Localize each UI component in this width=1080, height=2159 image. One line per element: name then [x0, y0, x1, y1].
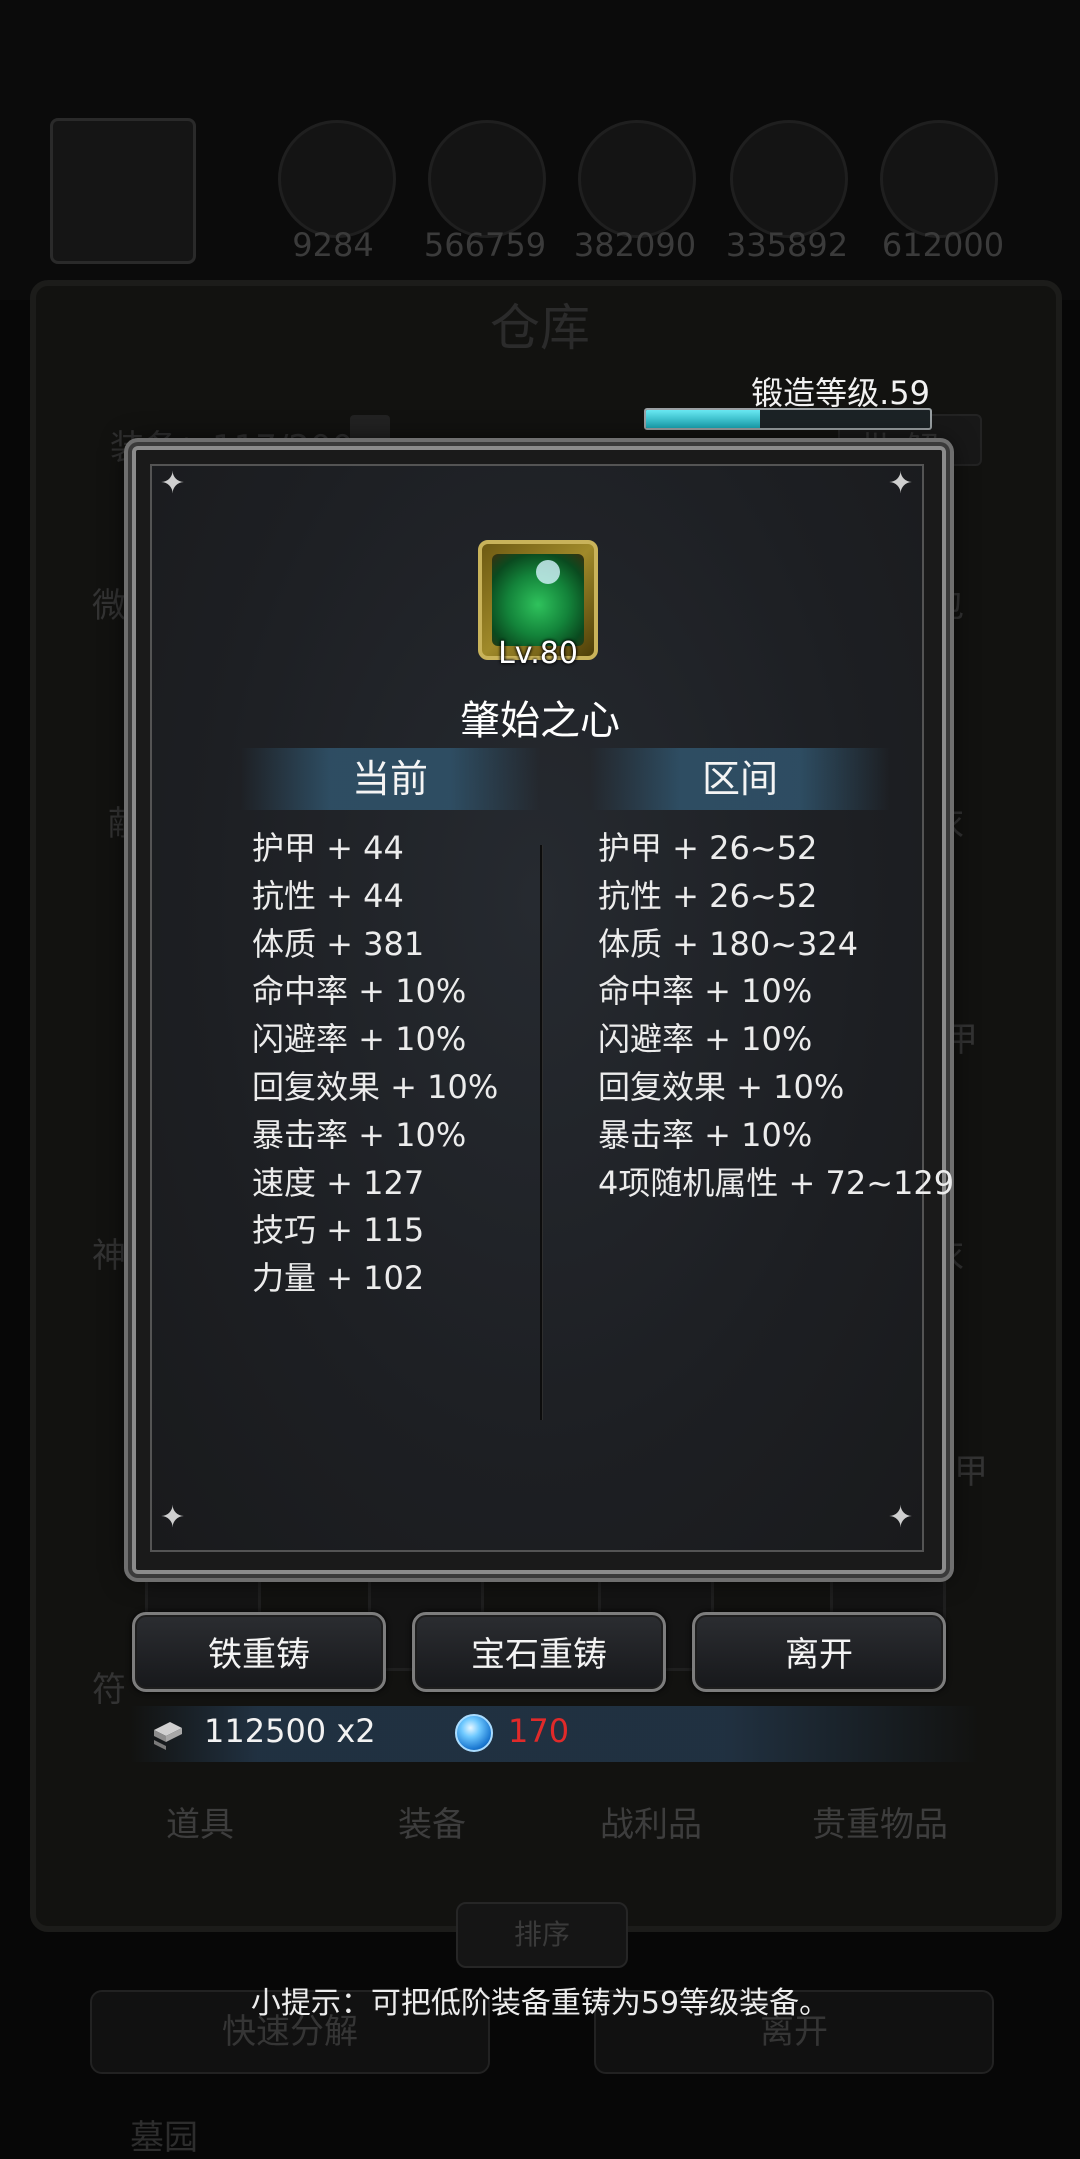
resource-icon	[278, 120, 396, 238]
gem-icon	[455, 1714, 493, 1752]
stat-line: 闪避率 + 10%	[598, 1020, 813, 1059]
forge-progress-bar	[644, 408, 932, 430]
bg-side-label: 符	[92, 1670, 126, 1710]
gem-recast-button[interactable]: 宝石重铸	[412, 1612, 666, 1692]
resource-value: 335892	[725, 226, 849, 264]
corner-ornament-icon: ✦	[888, 466, 914, 501]
bg-side-label: 微	[92, 586, 126, 626]
stat-line: 护甲 + 44	[252, 829, 404, 867]
iron-ingot-icon	[154, 1722, 182, 1750]
current-stats-list: 护甲 + 44 抗性 + 44 体质 + 381 命中率 + 10% 闪避率 +…	[252, 825, 498, 1303]
current-stats-header: 当前	[240, 748, 540, 810]
stat-line: 命中率 + 10%	[252, 972, 467, 1011]
leave-button[interactable]: 离开	[692, 1612, 946, 1692]
footer-label: 墓园	[130, 2118, 198, 2158]
stat-line: 抗性 + 26~52	[598, 876, 818, 915]
stat-line: 速度 + 127	[252, 1163, 425, 1202]
resource-value: 612000	[881, 226, 1005, 264]
resource-value: 9284	[292, 226, 374, 264]
resource-icon	[578, 120, 696, 238]
resource-icon	[428, 120, 546, 238]
tab-loot[interactable]: 战利品	[600, 1797, 702, 1846]
item-level: Lv.80	[498, 636, 578, 671]
column-divider	[540, 845, 542, 1420]
stat-line: 暴击率 + 10%	[598, 1115, 813, 1154]
resource-value: 566759	[423, 226, 547, 264]
tab-equipment[interactable]: 装备	[398, 1797, 466, 1846]
tip-text: 小提示：可把低阶装备重铸为59等级装备。	[250, 1986, 830, 2021]
stat-line: 技巧 + 115	[252, 1211, 425, 1250]
stat-line: 命中率 + 10%	[598, 972, 813, 1011]
iron-amount: 112500 x2	[204, 1712, 376, 1750]
bg-side-label: 神	[92, 1236, 126, 1276]
stat-line: 闪避率 + 10%	[252, 1020, 467, 1059]
tab-valuables[interactable]: 贵重物品	[812, 1797, 948, 1846]
corner-ornament-icon: ✦	[160, 466, 186, 501]
stat-line: 回复效果 + 10%	[252, 1067, 499, 1106]
resource-icon	[880, 120, 998, 238]
resource-icon	[730, 120, 848, 238]
corner-ornament-icon: ✦	[160, 1500, 186, 1535]
warehouse-title: 仓库	[490, 299, 590, 357]
expand-capacity-button[interactable]	[350, 415, 390, 449]
stat-line: 力量 + 102	[252, 1259, 425, 1298]
corner-ornament-icon: ✦	[888, 1500, 914, 1535]
range-stats-header: 区间	[590, 748, 890, 810]
iron-recast-button[interactable]: 铁重铸	[132, 1612, 386, 1692]
stat-line: 体质 + 180~324	[598, 924, 859, 963]
resource-value: 382090	[573, 226, 697, 264]
sort-button[interactable]: 排序	[456, 1902, 628, 1968]
stat-line: 体质 + 381	[252, 924, 425, 963]
stat-line: 护甲 + 26~52	[598, 829, 818, 867]
stat-line: 回复效果 + 10%	[598, 1067, 845, 1106]
range-stats-list: 护甲 + 26~52 抗性 + 26~52 体质 + 180~324 命中率 +…	[598, 825, 954, 1207]
forge-progress-fill	[646, 410, 760, 428]
tab-items[interactable]: 道具	[166, 1797, 234, 1846]
stat-line: 暴击率 + 10%	[252, 1115, 467, 1154]
stat-line: 4项随机属性 + 72~129	[598, 1163, 955, 1202]
stat-line: 抗性 + 44	[252, 876, 404, 915]
item-name: 肇始之心	[460, 698, 620, 744]
avatar	[50, 118, 196, 264]
gem-amount: 170	[508, 1712, 570, 1750]
